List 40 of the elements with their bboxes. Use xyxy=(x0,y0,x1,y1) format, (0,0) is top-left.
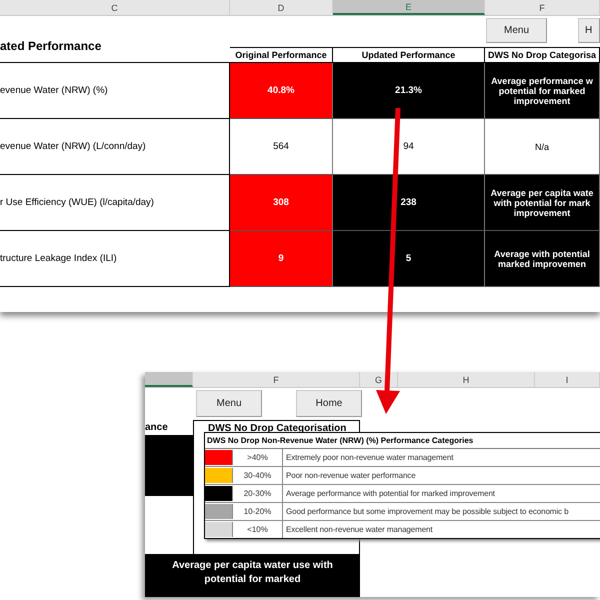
range-cell: >40% xyxy=(233,449,283,466)
value-cell: 564 xyxy=(230,119,333,175)
column-header[interactable]: I xyxy=(535,372,600,387)
column-header[interactable]: G xyxy=(360,372,398,387)
range-cell: 20-30% xyxy=(233,485,283,502)
category-cell: Average per capita water use with potential for marked xyxy=(145,554,360,597)
category-cell: N/a xyxy=(485,119,600,175)
column-header[interactable]: F xyxy=(485,0,600,15)
category-cell: Average with potential marked improvemen xyxy=(485,231,600,287)
description-cell-text: Poor non-revenue water performance xyxy=(285,470,417,482)
column-heading: Original Performance xyxy=(230,47,333,63)
value-cell: 94 xyxy=(333,119,485,175)
column-header[interactable]: C xyxy=(0,0,230,15)
macro-button[interactable]: Home xyxy=(296,390,362,417)
column-header[interactable]: F xyxy=(193,372,360,387)
filled-cell xyxy=(145,436,193,496)
description-cell-text: Excellent non-revenue water management xyxy=(285,524,434,536)
value-cell: 308 xyxy=(230,175,333,231)
value-cell: 238 xyxy=(333,175,485,231)
range-cell: 10-20% xyxy=(233,503,283,520)
column-heading: Updated Performance xyxy=(333,47,485,63)
description-cell-text: Good performance but some improvement may be possible subject to economic b xyxy=(285,506,570,518)
legend-title: DWS No Drop Non-Revenue Water (NRW) (%) Performance Categories xyxy=(205,433,600,449)
value-cell: 5 xyxy=(333,231,485,287)
category-cell: Average per capita wate with potential for mark improvement xyxy=(485,175,600,231)
macro-button[interactable]: Menu xyxy=(486,18,547,43)
value-cell: 9 xyxy=(230,231,333,287)
value-cell: 40.8% xyxy=(230,63,333,119)
range-cell: <10% xyxy=(233,521,283,538)
section-title: ated Performance xyxy=(0,38,102,53)
macro-button[interactable]: Menu xyxy=(196,390,262,417)
description-cell-text: Extremely poor non-revenue water management xyxy=(285,452,454,464)
column-heading: DWS No Drop Categorisa xyxy=(485,47,600,63)
column-header[interactable]: H xyxy=(398,372,535,387)
value-cell: 21.3% xyxy=(333,63,485,119)
macro-button[interactable]: H xyxy=(578,18,600,43)
description-cell-text: Average performance with potential for marked improvement xyxy=(285,488,496,500)
column-header[interactable] xyxy=(145,372,193,387)
category-cell: Average performance w potential for marked improvement xyxy=(485,63,600,119)
range-cell: 30-40% xyxy=(233,467,283,484)
